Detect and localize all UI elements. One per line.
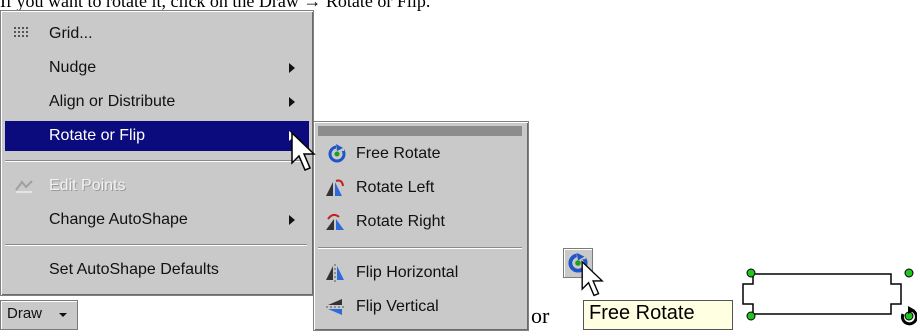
- menu-item-align-distribute[interactable]: Align or Distribute: [1, 87, 313, 117]
- dropdown-arrow-icon: [59, 313, 67, 317]
- rotate-left-icon: [326, 179, 344, 196]
- menu-item-grid-label: Grid...: [49, 25, 93, 42]
- submenu-arrow-icon: [289, 63, 295, 73]
- submenu-item-free-rotate[interactable]: Free Rotate: [314, 139, 528, 169]
- submenu-arrow-icon: [289, 97, 295, 107]
- submenu-item-rotate-left-label: Rotate Left: [356, 179, 435, 196]
- menu-item-rotate-flip-label: Rotate or Flip: [49, 127, 146, 144]
- submenu-item-rotate-left[interactable]: Rotate Left: [314, 173, 528, 203]
- tooltip-text: Free Rotate: [589, 302, 695, 324]
- rotate-handle: [904, 268, 914, 278]
- submenu-item-rotate-right[interactable]: Rotate Right: [314, 207, 528, 237]
- menu-item-rotate-flip[interactable]: Rotate or Flip: [5, 121, 309, 151]
- menu-item-edit-points: Edit Points: [1, 171, 313, 201]
- menu-item-align-label: Align or Distribute: [49, 93, 176, 110]
- autoshape-with-rotate-handles[interactable]: [735, 260, 917, 331]
- free-rotate-icon: [328, 143, 346, 163]
- edit-points-icon: [15, 180, 33, 193]
- menu-item-change-autoshape[interactable]: Change AutoShape: [1, 205, 313, 235]
- submenu-item-flip-horizontal[interactable]: Flip Horizontal: [314, 258, 528, 288]
- menu-item-nudge[interactable]: Nudge: [1, 53, 313, 83]
- submenu-item-flip-vertical-label: Flip Vertical: [356, 298, 439, 315]
- menu-item-edit-points-label: Edit Points: [49, 177, 126, 194]
- flip-horizontal-icon: [326, 264, 344, 282]
- rotate-handle: [746, 311, 756, 321]
- document-text-or: or: [531, 303, 550, 328]
- submenu-item-flip-horizontal-label: Flip Horizontal: [356, 264, 459, 281]
- submenu-item-free-rotate-label: Free Rotate: [356, 145, 441, 162]
- mouse-cursor-icon: [291, 131, 316, 171]
- menu-item-grid[interactable]: Grid...: [1, 19, 313, 49]
- submenu-arrow-icon: [289, 215, 295, 225]
- submenu-item-rotate-right-label: Rotate Right: [356, 213, 445, 230]
- draw-button-label: Draw: [7, 305, 43, 322]
- draw-button[interactable]: Draw: [0, 300, 78, 330]
- draw-menu: Grid... Nudge Align or Distribute Rotate…: [0, 10, 314, 296]
- menu-item-change-autoshape-label: Change AutoShape: [49, 211, 188, 228]
- menu-item-set-defaults-label: Set AutoShape Defaults: [49, 261, 219, 278]
- submenu-titlebar: [318, 126, 522, 136]
- rotate-right-icon: [326, 213, 344, 230]
- menu-item-set-autoshape-defaults[interactable]: Set AutoShape Defaults: [1, 255, 313, 285]
- menu-separator: [5, 244, 307, 246]
- free-rotate-tooltip: Free Rotate: [583, 300, 733, 330]
- grid-icon: [14, 27, 28, 37]
- rotate-handle: [746, 268, 756, 278]
- mouse-cursor-icon: [581, 260, 604, 297]
- rotate-flip-submenu: Free Rotate Rotate Left Rotate Right Fli…: [313, 121, 529, 331]
- submenu-item-flip-vertical[interactable]: Flip Vertical: [314, 292, 528, 322]
- flip-vertical-icon: [326, 299, 344, 315]
- menu-item-nudge-label: Nudge: [49, 59, 97, 76]
- menu-separator: [5, 160, 307, 162]
- menu-separator: [318, 247, 522, 249]
